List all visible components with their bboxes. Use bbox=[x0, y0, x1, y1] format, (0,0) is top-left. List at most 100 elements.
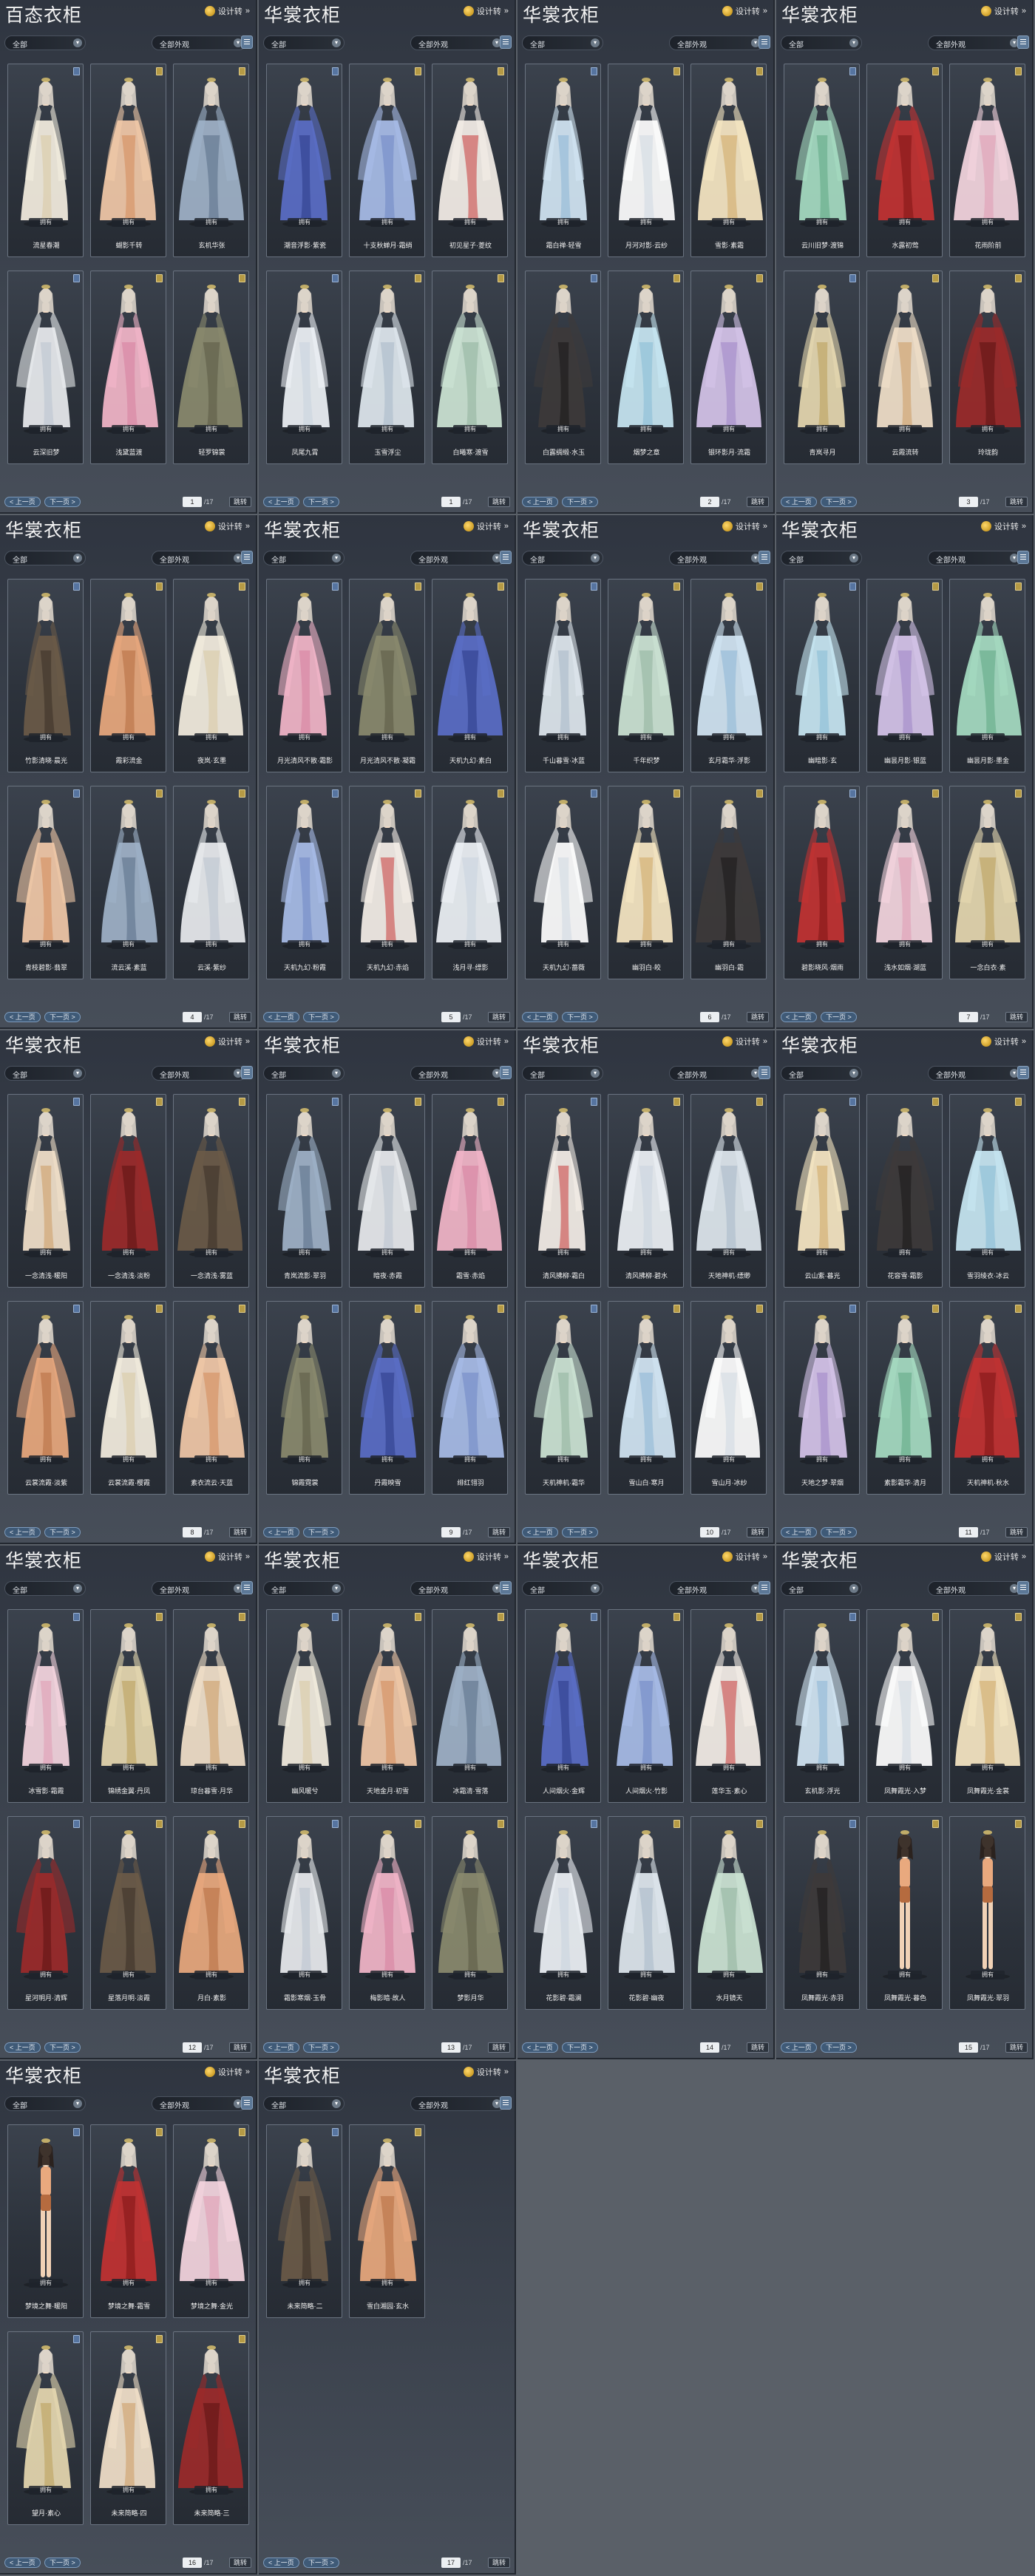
jump-button[interactable]: 跳转 bbox=[747, 1527, 770, 1537]
outfit-card[interactable]: 拥有 清风拂柳·碧水 bbox=[608, 1094, 684, 1288]
outfit-card[interactable]: 拥有 天地神机·缥缈 bbox=[690, 1094, 767, 1288]
outfit-card[interactable]: 拥有 月光清风不散·凝霜 bbox=[349, 579, 425, 772]
outfit-card[interactable]: 拥有 浅黛蓝渡 bbox=[90, 271, 166, 464]
next-page-button[interactable]: 下一页 > bbox=[821, 1527, 857, 1537]
next-page-button[interactable]: 下一页 > bbox=[562, 2042, 598, 2053]
page-number-input[interactable]: 3 bbox=[959, 497, 978, 507]
outfit-card[interactable]: 拥有 一念清浅·雾蓝 bbox=[173, 1094, 249, 1288]
category-filter-select[interactable]: 全部 ▾ bbox=[781, 1581, 862, 1596]
outfit-card[interactable]: 拥有 凤舞霞光·入梦 bbox=[866, 1609, 943, 1803]
outfit-card[interactable]: 拥有 云裳流霞·淡紫 bbox=[7, 1301, 84, 1495]
category-filter-select[interactable]: 全部 ▾ bbox=[263, 1581, 345, 1596]
appearance-filter-select[interactable]: 全部外观 ▾ bbox=[410, 1066, 505, 1081]
outfit-card[interactable]: 拥有 凤舞霞光·翠羽 bbox=[949, 1816, 1025, 2010]
list-menu-button[interactable] bbox=[759, 1581, 770, 1594]
next-page-button[interactable]: 下一页 > bbox=[44, 1012, 81, 1022]
outfit-card[interactable]: 拥有 幽暗影·玄 bbox=[784, 579, 860, 772]
list-menu-button[interactable] bbox=[500, 551, 512, 564]
designer-link[interactable]: 设计转 » bbox=[463, 1551, 509, 1563]
outfit-card[interactable]: 拥有 幽羽白·霜 bbox=[690, 786, 767, 979]
appearance-filter-select[interactable]: 全部外观 ▾ bbox=[152, 551, 246, 565]
designer-link[interactable]: 设计转 » bbox=[980, 5, 1026, 17]
outfit-card[interactable]: 拥有 千年织梦 bbox=[608, 579, 684, 772]
outfit-card[interactable]: 拥有 凤尾九霄 bbox=[266, 271, 342, 464]
appearance-filter-select[interactable]: 全部外观 ▾ bbox=[669, 551, 764, 565]
outfit-card[interactable]: 拥有 白露绸缎·水玉 bbox=[525, 271, 601, 464]
outfit-card[interactable]: 拥有 凤舞霞光·赤羽 bbox=[784, 1816, 860, 2010]
outfit-card[interactable]: 拥有 幽风暖兮 bbox=[266, 1609, 342, 1803]
outfit-card[interactable]: 拥有 千山暮雪·冰蓝 bbox=[525, 579, 601, 772]
outfit-card[interactable]: 拥有 夜岚·玄墨 bbox=[173, 579, 249, 772]
outfit-card[interactable]: 拥有 天机九幻·粉霞 bbox=[266, 786, 342, 979]
outfit-card[interactable]: 拥有 云川旧梦·渡锦 bbox=[784, 64, 860, 257]
outfit-card[interactable]: 拥有 水月镜天 bbox=[690, 1816, 767, 2010]
outfit-card[interactable]: 拥有 浅水如烟·湖蓝 bbox=[866, 786, 943, 979]
prev-page-button[interactable]: < 上一页 bbox=[781, 497, 817, 507]
jump-button[interactable]: 跳转 bbox=[229, 1527, 252, 1537]
list-menu-button[interactable] bbox=[241, 2096, 253, 2110]
designer-link[interactable]: 设计转 » bbox=[463, 1036, 509, 1047]
jump-button[interactable]: 跳转 bbox=[488, 2558, 511, 2568]
appearance-filter-select[interactable]: 全部外观 ▾ bbox=[928, 1066, 1022, 1081]
jump-button[interactable]: 跳转 bbox=[1005, 1012, 1028, 1022]
list-menu-button[interactable] bbox=[241, 1066, 253, 1079]
outfit-card[interactable]: 拥有 雪白湘园·玄水 bbox=[349, 2124, 425, 2318]
jump-button[interactable]: 跳转 bbox=[229, 2042, 252, 2053]
next-page-button[interactable]: 下一页 > bbox=[821, 497, 857, 507]
outfit-card[interactable]: 拥有 云溪·紫纱 bbox=[173, 786, 249, 979]
jump-button[interactable]: 跳转 bbox=[488, 2042, 511, 2053]
outfit-card[interactable]: 拥有 十支秋蝉月·霜绡 bbox=[349, 64, 425, 257]
appearance-filter-select[interactable]: 全部外观 ▾ bbox=[152, 1581, 246, 1596]
jump-button[interactable]: 跳转 bbox=[488, 1012, 511, 1022]
next-page-button[interactable]: 下一页 > bbox=[44, 2042, 81, 2053]
designer-link[interactable]: 设计转 » bbox=[463, 2066, 509, 2078]
outfit-card[interactable]: 拥有 雪山月·冰纱 bbox=[690, 1301, 767, 1495]
page-number-input[interactable]: 4 bbox=[183, 1012, 202, 1022]
jump-button[interactable]: 跳转 bbox=[229, 497, 252, 507]
outfit-card[interactable]: 拥有 天机九幻·赤焰 bbox=[349, 786, 425, 979]
list-menu-button[interactable] bbox=[1017, 1066, 1029, 1079]
category-filter-select[interactable]: 全部 ▾ bbox=[522, 1066, 603, 1081]
designer-link[interactable]: 设计转 » bbox=[722, 1551, 767, 1563]
appearance-filter-select[interactable]: 全部外观 ▾ bbox=[410, 35, 505, 50]
outfit-card[interactable]: 拥有 银环影月·流霜 bbox=[690, 271, 767, 464]
category-filter-select[interactable]: 全部 ▾ bbox=[781, 551, 862, 565]
designer-link[interactable]: 设计转 » bbox=[980, 520, 1026, 532]
outfit-card[interactable]: 拥有 凤舞霞光·金裳 bbox=[949, 1609, 1025, 1803]
list-menu-button[interactable] bbox=[500, 35, 512, 49]
prev-page-button[interactable]: < 上一页 bbox=[522, 1012, 558, 1022]
next-page-button[interactable]: 下一页 > bbox=[303, 1527, 339, 1537]
outfit-card[interactable]: 拥有 雪羽绫衣·冰云 bbox=[949, 1094, 1025, 1288]
designer-link[interactable]: 设计转 » bbox=[980, 1551, 1026, 1563]
list-menu-button[interactable] bbox=[1017, 551, 1029, 564]
jump-button[interactable]: 跳转 bbox=[488, 497, 511, 507]
outfit-card[interactable]: 拥有 一念白衣·素 bbox=[949, 786, 1025, 979]
appearance-filter-select[interactable]: 全部外观 ▾ bbox=[669, 35, 764, 50]
designer-link[interactable]: 设计转 » bbox=[204, 2066, 250, 2078]
outfit-card[interactable]: 拥有 云霞流转 bbox=[866, 271, 943, 464]
next-page-button[interactable]: 下一页 > bbox=[562, 497, 598, 507]
appearance-filter-select[interactable]: 全部外观 ▾ bbox=[152, 35, 246, 50]
page-number-input[interactable]: 2 bbox=[700, 497, 719, 507]
category-filter-select[interactable]: 全部 ▾ bbox=[263, 1066, 345, 1081]
outfit-card[interactable]: 拥有 初见星子·菱纹 bbox=[432, 64, 508, 257]
outfit-card[interactable]: 拥有 冰霜清·雪落 bbox=[432, 1609, 508, 1803]
next-page-button[interactable]: 下一页 > bbox=[44, 2558, 81, 2568]
designer-link[interactable]: 设计转 » bbox=[204, 1036, 250, 1047]
next-page-button[interactable]: 下一页 > bbox=[303, 2558, 339, 2568]
next-page-button[interactable]: 下一页 > bbox=[562, 1012, 598, 1022]
outfit-card[interactable]: 拥有 未来简略·三 bbox=[173, 2331, 249, 2525]
page-number-input[interactable]: 11 bbox=[959, 1527, 978, 1537]
outfit-card[interactable]: 拥有 一念清浅·淡粉 bbox=[90, 1094, 166, 1288]
list-menu-button[interactable] bbox=[1017, 35, 1029, 49]
outfit-card[interactable]: 拥有 月白·素影 bbox=[173, 1816, 249, 2010]
outfit-card[interactable]: 拥有 天机神机·霜华 bbox=[525, 1301, 601, 1495]
list-menu-button[interactable] bbox=[241, 35, 253, 49]
list-menu-button[interactable] bbox=[500, 1581, 512, 1594]
next-page-button[interactable]: 下一页 > bbox=[303, 1012, 339, 1022]
page-number-input[interactable]: 9 bbox=[441, 1527, 461, 1537]
jump-button[interactable]: 跳转 bbox=[229, 2558, 252, 2568]
appearance-filter-select[interactable]: 全部外观 ▾ bbox=[152, 2096, 246, 2111]
next-page-button[interactable]: 下一页 > bbox=[303, 497, 339, 507]
appearance-filter-select[interactable]: 全部外观 ▾ bbox=[928, 1581, 1022, 1596]
